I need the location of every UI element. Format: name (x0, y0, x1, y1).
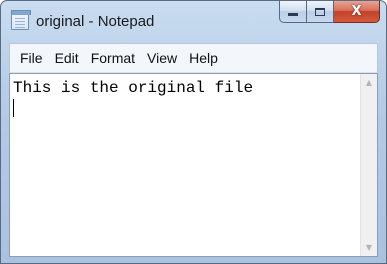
notepad-window: original - Notepad X File Edit Format Vi… (0, 0, 387, 264)
window-title: original - Notepad (36, 13, 155, 30)
editor-content[interactable]: This is the original file (13, 79, 357, 98)
vertical-scrollbar[interactable]: ▲ ▼ (360, 74, 377, 256)
menu-edit[interactable]: Edit (49, 48, 85, 68)
scroll-up-arrow-icon[interactable]: ▲ (361, 74, 377, 91)
minimize-icon (288, 13, 298, 16)
menu-bar: File Edit Format View Help (9, 43, 378, 73)
maximize-button[interactable] (307, 1, 334, 23)
menu-view[interactable]: View (141, 48, 183, 68)
menu-format[interactable]: Format (85, 48, 141, 68)
scroll-down-arrow-icon[interactable]: ▼ (361, 239, 377, 256)
close-button[interactable]: X (334, 1, 380, 23)
notepad-icon[interactable] (11, 10, 31, 30)
menu-help[interactable]: Help (183, 48, 224, 68)
menu-file[interactable]: File (14, 48, 49, 68)
minimize-button[interactable] (279, 1, 307, 23)
close-icon: X (351, 4, 362, 19)
title-bar[interactable]: original - Notepad X (1, 1, 386, 41)
text-caret (13, 99, 14, 117)
maximize-icon (315, 7, 325, 16)
caption-buttons: X (279, 1, 380, 23)
text-editor[interactable]: This is the original file ▲ ▼ (9, 73, 378, 257)
